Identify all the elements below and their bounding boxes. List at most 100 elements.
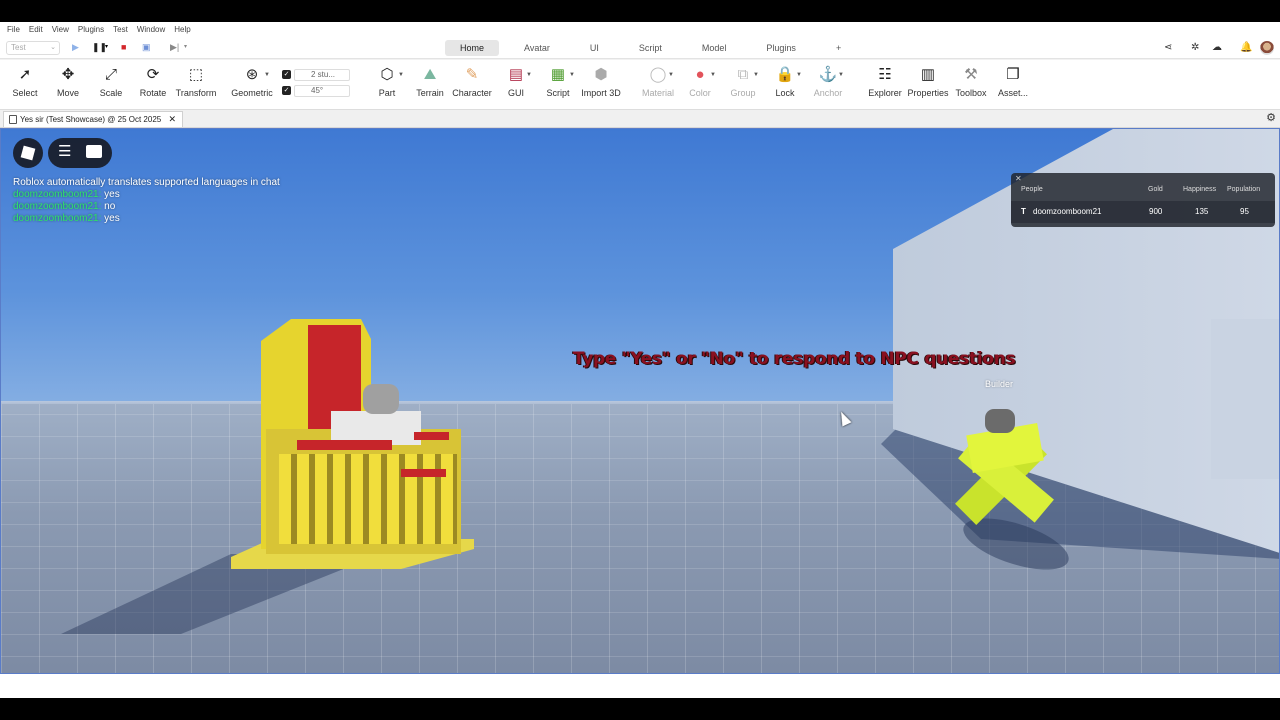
chevron-down-icon[interactable]: ▼ bbox=[398, 72, 404, 78]
transform-tool[interactable]: ⬚ Transform bbox=[175, 60, 217, 110]
header-population: Population bbox=[1227, 186, 1261, 193]
chat-icon[interactable] bbox=[86, 145, 102, 158]
color-tool[interactable]: ● Color bbox=[682, 60, 718, 110]
document-tab[interactable]: Yes sir (Test Showcase) @ 25 Oct 2025 11… bbox=[3, 111, 183, 139]
status-bar bbox=[0, 674, 1280, 698]
chat-text: no bbox=[104, 201, 116, 212]
leaderboard-row[interactable]: T doomzoomboom21 900 135 95 bbox=[1011, 201, 1275, 223]
part-tool[interactable]: ⬡ Part bbox=[370, 60, 404, 110]
chevron-down-icon[interactable]: ▼ bbox=[526, 72, 532, 78]
menu-window[interactable]: Window bbox=[137, 25, 165, 34]
properties-label: Properties bbox=[907, 88, 949, 98]
close-icon[interactable]: ✕ bbox=[168, 112, 176, 127]
terrain-tool[interactable]: ⛰ Terrain bbox=[413, 60, 447, 110]
geometric-tool[interactable]: ⊛ Geometric bbox=[230, 60, 274, 110]
rotate-snap-field[interactable]: 45° bbox=[294, 85, 350, 97]
gui-tool[interactable]: ▤ GUI bbox=[500, 60, 532, 110]
hamburger-menu-icon[interactable]: ☰ bbox=[58, 144, 71, 160]
ribbon-tabs: Home Avatar UI Script Model Plugins + bbox=[445, 40, 866, 56]
explorer-icon: ☷ bbox=[878, 66, 892, 83]
chevron-down-icon[interactable]: ▼ bbox=[569, 72, 575, 78]
avatar[interactable] bbox=[1260, 41, 1274, 55]
transform-icon: ⬚ bbox=[188, 66, 204, 83]
throne-armrest bbox=[401, 469, 446, 477]
scale-tool[interactable]: ⤢ Scale bbox=[94, 60, 128, 110]
tab-ui[interactable]: UI bbox=[575, 40, 614, 56]
properties-button[interactable]: ▥ Properties bbox=[906, 60, 950, 110]
script-tool[interactable]: ▦ Script bbox=[541, 60, 575, 110]
rotate-tool[interactable]: ⟳ Rotate bbox=[136, 60, 170, 110]
stop-icon[interactable]: ■ bbox=[121, 41, 126, 53]
move-tool[interactable]: ✥ Move bbox=[51, 60, 85, 110]
lock-tool[interactable]: 🔒 Lock bbox=[768, 60, 802, 110]
chevron-down-icon[interactable]: ▼ bbox=[710, 72, 716, 78]
anchor-tool[interactable]: ⚓ Anchor bbox=[810, 60, 846, 110]
chat-message: doomzoomboom21: yes bbox=[13, 213, 280, 225]
tab-home[interactable]: Home bbox=[445, 40, 500, 56]
cloud-icon[interactable]: ☁ bbox=[1212, 42, 1222, 53]
chevron-down-icon[interactable]: ▼ bbox=[264, 72, 270, 78]
player-name-label: Builder bbox=[985, 379, 1014, 389]
roblox-menu-button[interactable] bbox=[13, 138, 43, 168]
menu-file[interactable]: File bbox=[7, 25, 20, 34]
move-snap-checkbox[interactable]: ✓ bbox=[282, 70, 291, 79]
menu-test[interactable]: Test bbox=[113, 25, 128, 34]
toolbox-button[interactable]: ⚒ Toolbox bbox=[953, 60, 989, 110]
test-mode-dropdown[interactable]: Test ⌄ bbox=[6, 41, 60, 55]
tab-model[interactable]: Model bbox=[687, 40, 742, 56]
menu-plugins[interactable]: Plugins bbox=[78, 25, 104, 34]
chevron-down-icon[interactable]: ▼ bbox=[753, 72, 759, 78]
menu-view[interactable]: View bbox=[52, 25, 69, 34]
chevron-down-icon[interactable]: ▾ bbox=[105, 41, 108, 53]
tab-plugins[interactable]: Plugins bbox=[751, 40, 811, 56]
notification-bell-icon[interactable]: 🔔 bbox=[1240, 42, 1252, 53]
lock-label: Lock bbox=[775, 88, 795, 98]
player-head bbox=[985, 409, 1015, 433]
chat-username: doomzoomboom21: bbox=[13, 213, 102, 224]
select-tool[interactable]: ➚ Select bbox=[8, 60, 42, 110]
population-value: 95 bbox=[1240, 207, 1249, 216]
share-icon[interactable]: ⋖ bbox=[1164, 42, 1172, 53]
cursor-arrow-icon: ➚ bbox=[18, 66, 32, 83]
gear-icon[interactable]: ⚙ bbox=[1266, 111, 1276, 124]
throne-railing bbox=[279, 454, 457, 544]
scale-label: Scale bbox=[99, 88, 123, 98]
client-server-icon[interactable]: ▣ bbox=[142, 41, 151, 53]
material-tool[interactable]: ◯ Material bbox=[640, 60, 676, 110]
close-icon[interactable]: ✕ bbox=[1015, 174, 1022, 183]
tab-script[interactable]: Script bbox=[624, 40, 677, 56]
chat-message: doomzoomboom21: yes bbox=[13, 189, 280, 201]
menu-help[interactable]: Help bbox=[174, 25, 190, 34]
rotate-snap-checkbox[interactable]: ✓ bbox=[282, 86, 291, 95]
add-tab-button[interactable]: + bbox=[821, 40, 856, 56]
chevron-down-icon[interactable]: ▼ bbox=[838, 72, 844, 78]
roblox-studio-window: File Edit View Plugins Test Window Help … bbox=[0, 22, 1280, 698]
script-label: Script bbox=[546, 88, 570, 98]
select-label: Select bbox=[12, 88, 38, 98]
header-gold: Gold bbox=[1148, 186, 1163, 193]
header-people: People bbox=[1021, 186, 1043, 193]
game-viewport[interactable]: Type "Yes" or "No" to respond to NPC que… bbox=[0, 128, 1280, 674]
chat-window: Roblox automatically translates supporte… bbox=[13, 177, 280, 225]
step-icon[interactable]: ▶| bbox=[170, 41, 179, 53]
npc-king-head[interactable] bbox=[363, 384, 399, 414]
asset-icon: ❐ bbox=[1006, 66, 1020, 83]
gold-value: 900 bbox=[1149, 207, 1163, 216]
import-3d-tool[interactable]: ⬢ Import 3D bbox=[580, 60, 622, 110]
tab-avatar[interactable]: Avatar bbox=[509, 40, 565, 56]
group-tool[interactable]: ⧉ Group bbox=[725, 60, 761, 110]
ribbon-toolbar: ➚ Select ✥ Move ⤢ Scale ⟳ Rotate ⬚ Trans… bbox=[0, 60, 1280, 110]
chevron-down-icon[interactable]: ▼ bbox=[668, 72, 674, 78]
chevron-down-icon[interactable]: ▾ bbox=[184, 41, 187, 53]
rotate-icon: ⟳ bbox=[146, 66, 160, 83]
chevron-down-icon[interactable]: ▼ bbox=[796, 72, 802, 78]
character-tool[interactable]: ✎ Character bbox=[451, 60, 493, 110]
explorer-button[interactable]: ☷ Explorer bbox=[866, 60, 904, 110]
move-snap-field[interactable]: 2 stu... bbox=[294, 69, 350, 81]
wall-step bbox=[1211, 319, 1279, 479]
collaborate-icon[interactable]: ✲ bbox=[1191, 42, 1199, 53]
menu-edit[interactable]: Edit bbox=[29, 25, 43, 34]
play-icon[interactable]: ▶ bbox=[72, 41, 79, 53]
import-3d-label: Import 3D bbox=[581, 88, 621, 98]
asset-manager-button[interactable]: ❐ Asset... bbox=[996, 60, 1030, 110]
